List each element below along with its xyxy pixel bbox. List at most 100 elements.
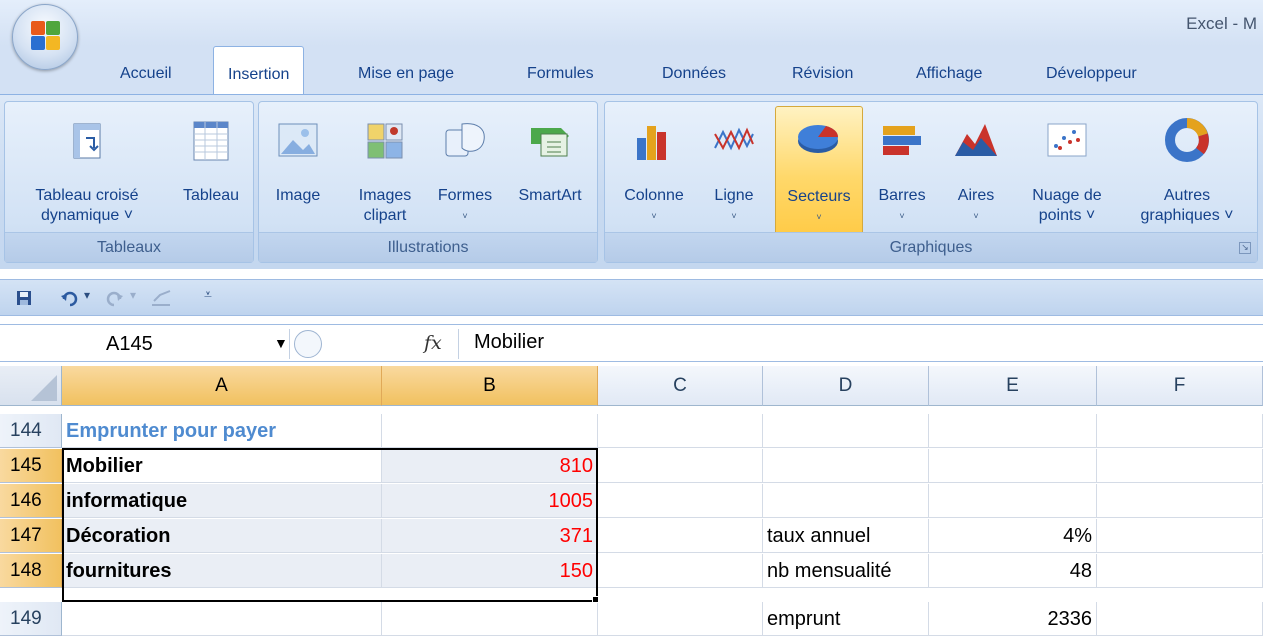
- name-box-dropdown-icon[interactable]: ▼: [274, 335, 288, 351]
- dialog-launcher-icon[interactable]: ↘: [1239, 242, 1251, 254]
- group-tableaux: Tableau croisé dynamique ˅ Tableau Table…: [4, 101, 254, 263]
- cell-f148[interactable]: [1097, 554, 1263, 588]
- row-header-145[interactable]: 145: [0, 449, 62, 483]
- column-header-e[interactable]: E: [929, 366, 1097, 406]
- cell-e147[interactable]: 4%: [929, 519, 1097, 553]
- tab-mise-en-page[interactable]: Mise en page: [358, 56, 454, 92]
- chart-wizard-icon[interactable]: [150, 289, 172, 307]
- cell-e149[interactable]: 2336: [929, 602, 1097, 636]
- table-button[interactable]: Tableau: [169, 110, 253, 236]
- cell-c147[interactable]: [598, 519, 763, 553]
- bar-dropdown-icon: ˅: [899, 211, 905, 221]
- tab-insertion[interactable]: Insertion: [213, 46, 305, 96]
- cell-b145[interactable]: 810: [382, 449, 598, 483]
- row-header-147[interactable]: 147: [0, 519, 62, 553]
- cell-d147[interactable]: taux annuel: [763, 519, 929, 553]
- cell-a147[interactable]: Décoration: [62, 519, 382, 553]
- customize-toolbar-icon[interactable]: ⩡: [204, 286, 212, 303]
- pie-chart-button[interactable]: Secteurs ˅: [775, 106, 863, 236]
- pie-dropdown-icon: ˅: [816, 212, 822, 222]
- cell-c149[interactable]: [598, 602, 763, 636]
- column-header-c[interactable]: C: [598, 366, 763, 406]
- undo-icon[interactable]: [60, 289, 78, 307]
- row-header-146[interactable]: 146: [0, 484, 62, 518]
- cell-d146[interactable]: [763, 484, 929, 518]
- office-logo-icon: [31, 21, 61, 51]
- cell-d149[interactable]: emprunt: [763, 602, 929, 636]
- column-header-d[interactable]: D: [763, 366, 929, 406]
- group-label-illustrations: Illustrations: [259, 232, 597, 262]
- quick-access-toolbar: ▾ ▾ ⩡: [0, 279, 1263, 316]
- pivot-table-button[interactable]: Tableau croisé dynamique ˅: [5, 110, 169, 236]
- cell-f145[interactable]: [1097, 449, 1263, 483]
- cell-c148[interactable]: [598, 554, 763, 588]
- column-header-f[interactable]: F: [1097, 366, 1263, 406]
- cell-f146[interactable]: [1097, 484, 1263, 518]
- cell-f147[interactable]: [1097, 519, 1263, 553]
- cell-f144[interactable]: [1097, 414, 1263, 448]
- image-button[interactable]: Image: [265, 110, 331, 236]
- fill-handle[interactable]: [592, 596, 599, 603]
- column-header-a[interactable]: A: [62, 366, 382, 406]
- insert-function-icon[interactable]: fx: [424, 332, 442, 354]
- smartart-button[interactable]: SmartArt: [505, 110, 595, 236]
- column-header-b[interactable]: B: [382, 366, 598, 406]
- bar-chart-icon: [883, 126, 921, 155]
- bar-chart-label: Barres: [878, 187, 926, 204]
- cell-e146[interactable]: [929, 484, 1097, 518]
- select-all-corner[interactable]: [0, 366, 62, 406]
- row-header-149[interactable]: 149: [0, 602, 62, 636]
- tab-developpeur[interactable]: Développeur: [1046, 56, 1137, 92]
- undo-dropdown-icon[interactable]: ▾: [84, 288, 90, 302]
- tab-formules[interactable]: Formules: [527, 56, 594, 92]
- clipart-button[interactable]: Images clipart: [345, 110, 425, 236]
- cell-e144[interactable]: [929, 414, 1097, 448]
- cell-f149[interactable]: [1097, 602, 1263, 636]
- column-chart-button[interactable]: Colonne ˅: [611, 110, 697, 236]
- name-box[interactable]: A145 ▼: [6, 329, 290, 359]
- area-chart-icon: [955, 124, 997, 156]
- cell-c144[interactable]: [598, 414, 763, 448]
- column-chart-icon: [637, 126, 666, 160]
- clipart-icon: [367, 123, 403, 159]
- cell-a148[interactable]: fournitures: [62, 554, 382, 588]
- save-icon[interactable]: [16, 290, 32, 306]
- tab-donnees[interactable]: Données: [662, 56, 726, 92]
- tab-affichage[interactable]: Affichage: [916, 56, 982, 92]
- cell-a146[interactable]: informatique: [62, 484, 382, 518]
- clipart-label: Images: [358, 187, 412, 204]
- area-chart-button[interactable]: Aires ˅: [941, 110, 1011, 236]
- cell-b144[interactable]: [382, 414, 598, 448]
- cell-d145[interactable]: [763, 449, 929, 483]
- cell-a145[interactable]: Mobilier: [62, 449, 382, 483]
- shapes-button[interactable]: Formes ˅: [429, 110, 501, 236]
- other-charts-button[interactable]: Autres graphiques ˅: [1121, 110, 1253, 236]
- cell-e148[interactable]: 48: [929, 554, 1097, 588]
- tab-accueil[interactable]: Accueil: [120, 56, 172, 92]
- formula-input[interactable]: Mobilier: [474, 331, 544, 354]
- cell-a149[interactable]: [62, 602, 382, 636]
- tab-revision[interactable]: Révision: [792, 56, 853, 92]
- cell-a144[interactable]: Emprunter pour payer: [62, 414, 382, 448]
- cell-c146[interactable]: [598, 484, 763, 518]
- formula-cancel-icon[interactable]: [294, 330, 322, 358]
- line-chart-button[interactable]: Ligne ˅: [701, 110, 767, 236]
- row-header-148[interactable]: 148: [0, 554, 62, 588]
- other-charts-label-2: graphiques ˅: [1140, 207, 1234, 224]
- cell-b147[interactable]: 371: [382, 519, 598, 553]
- cell-e145[interactable]: [929, 449, 1097, 483]
- table-label: Tableau: [182, 187, 240, 204]
- cell-b148[interactable]: 150: [382, 554, 598, 588]
- row-header-144[interactable]: 144: [0, 414, 62, 448]
- cell-b149[interactable]: [382, 602, 598, 636]
- cell-b146[interactable]: 1005: [382, 484, 598, 518]
- cell-d144[interactable]: [763, 414, 929, 448]
- image-label: Image: [275, 187, 321, 204]
- redo-dropdown-icon[interactable]: ▾: [130, 288, 136, 302]
- redo-icon[interactable]: [106, 289, 124, 307]
- cell-d148[interactable]: nb mensualité: [763, 554, 929, 588]
- office-button[interactable]: [12, 4, 78, 70]
- bar-chart-button[interactable]: Barres ˅: [867, 110, 937, 236]
- cell-c145[interactable]: [598, 449, 763, 483]
- scatter-chart-button[interactable]: Nuage de points ˅: [1015, 110, 1119, 236]
